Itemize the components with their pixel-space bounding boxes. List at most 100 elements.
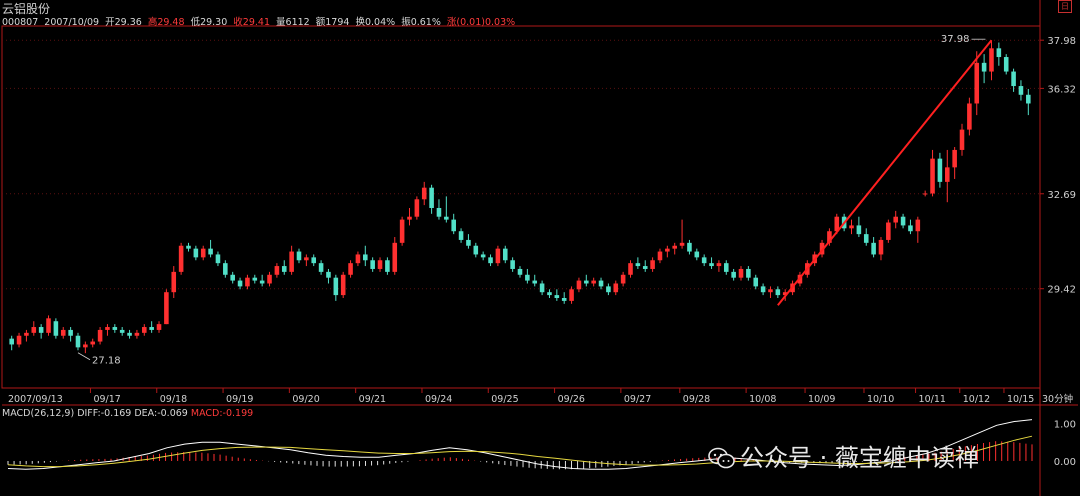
candle-body: [937, 158, 943, 182]
candle-body: [900, 216, 906, 226]
candle-body: [539, 283, 545, 293]
candle-body: [60, 329, 66, 336]
period-toggle-button[interactable]: 日: [1058, 0, 1072, 13]
candle-body: [569, 289, 574, 301]
candle-body: [878, 239, 884, 255]
candle-body: [252, 277, 258, 281]
candle-body: [399, 219, 405, 243]
candle-body: [112, 327, 118, 330]
candle-body: [760, 286, 766, 293]
macd-value: MACD:-0.199: [190, 408, 254, 419]
candle-body: [554, 295, 560, 298]
change-value: 涨(0.01)0.03%: [446, 17, 516, 28]
date-tick-label: 09/21: [359, 394, 386, 405]
price-tick-label: 32.69: [1047, 190, 1076, 201]
candle-body: [642, 266, 648, 269]
candle-body: [561, 298, 567, 301]
candle-body: [385, 260, 390, 272]
candle-body: [142, 327, 147, 333]
candlestick-chart: 37.98 36.32 32.69 29.42 37.98 27.18 2007/09/13…: [1, 0, 1078, 496]
wechat-icon: [708, 447, 735, 469]
candle-body: [281, 266, 287, 272]
candle-body: [944, 167, 950, 182]
candle-body: [466, 239, 471, 246]
price-tick-label: 36.32: [1047, 84, 1076, 95]
candle-body: [267, 274, 272, 284]
candle-body: [701, 257, 707, 264]
high-price: 高29.48: [147, 17, 185, 28]
macd-label: MACD(26,12,9): [2, 408, 75, 419]
candle-body: [407, 216, 412, 220]
candle-body: [871, 242, 876, 255]
candle-body: [915, 219, 921, 232]
date-tick-label: 10/15: [1007, 394, 1034, 405]
candle-body: [576, 280, 582, 290]
candle-body: [451, 219, 456, 232]
candle-body: [635, 263, 641, 267]
amplitude-value: 振0.61%: [401, 17, 441, 28]
candle-body: [46, 318, 51, 333]
candle-body: [694, 251, 700, 258]
candle-body: [679, 242, 685, 246]
candle-body: [97, 329, 103, 342]
turnover-value: 换0.04%: [355, 17, 396, 28]
candle-body: [532, 280, 538, 284]
candle-body: [53, 321, 59, 336]
candle-body: [709, 263, 714, 267]
candle-body: [930, 158, 935, 194]
watermark: 公众号 · 薇宝缠中读禅: [708, 438, 979, 473]
candle-body: [200, 248, 206, 258]
candle-body: [311, 257, 317, 264]
candle-body: [849, 225, 854, 229]
candle-body: [370, 260, 375, 269]
candle-body: [223, 263, 228, 275]
stock-code: 000807: [2, 17, 39, 28]
candle-body: [746, 268, 751, 278]
low-annotation-leader: [77, 352, 91, 361]
macd-dea: DEA:-0.069: [134, 408, 188, 419]
price-panel-frame: [1, 25, 1041, 389]
date-tick-label: 09/24: [425, 394, 452, 405]
candle-body: [952, 149, 957, 168]
candle-body: [768, 289, 773, 293]
candle-body: [156, 324, 162, 330]
price-tick-label: 37.98: [1047, 36, 1076, 47]
candle-body: [981, 62, 987, 72]
candle-body: [377, 260, 383, 269]
candle-body: [495, 248, 501, 264]
candle-body: [628, 263, 633, 275]
candle-body: [473, 245, 479, 255]
candle-body: [304, 257, 309, 261]
trend-line: [777, 39, 993, 306]
candle-body: [318, 263, 324, 272]
candle-body: [348, 263, 353, 275]
candle-body: [340, 274, 346, 296]
candle-body: [171, 271, 177, 293]
date-tick-label: 10/11: [919, 394, 946, 405]
candle-body: [68, 329, 73, 336]
candle-body: [959, 129, 965, 150]
candle-body: [591, 280, 596, 284]
candle-body: [657, 251, 663, 261]
candle-body: [863, 234, 869, 243]
candle-body: [650, 260, 655, 269]
candle-body: [193, 248, 199, 258]
candle-body: [665, 248, 670, 252]
date-tick-label: 09/18: [160, 394, 187, 405]
candle-body: [215, 254, 221, 264]
macd-info-bar: MACD(26,12,9) DIFF:-0.169 DEA:-0.069 MAC…: [2, 408, 253, 419]
candle-body: [480, 254, 486, 258]
candle-body: [164, 292, 169, 325]
date-tick-label: 2007/09/13: [8, 394, 63, 405]
macd-tick-label: 0.00: [1054, 457, 1076, 468]
high-annotation-label: 37.98: [941, 34, 970, 45]
candle-body: [1003, 57, 1009, 72]
interval-label: 30分钟: [1042, 393, 1073, 405]
candle-body: [134, 332, 140, 336]
candle-body: [24, 332, 29, 336]
candle-body: [289, 251, 294, 272]
candle-body: [105, 327, 110, 330]
candle-body: [237, 280, 243, 287]
candle-body: [1026, 94, 1031, 104]
candle-body: [75, 335, 81, 348]
